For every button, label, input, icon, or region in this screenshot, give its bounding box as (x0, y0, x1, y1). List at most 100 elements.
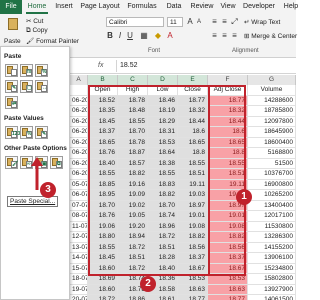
borders-icon[interactable]: ▦ (140, 31, 148, 41)
table-cell-vol[interactable]: 5168800 (248, 148, 296, 159)
linked-picture-icon[interactable]: ⧉ (50, 156, 63, 169)
align-right-icon[interactable]: ≡ (230, 31, 239, 41)
table-cell-vol[interactable]: 14155200 (248, 242, 296, 253)
table-cell-date[interactable]: 12-07-2022 (70, 232, 88, 243)
table-cell-vol[interactable]: 13400400 (248, 200, 296, 211)
paste-label[interactable]: Paste (4, 38, 21, 45)
ribbon-tab-insert[interactable]: Insert (51, 0, 77, 14)
paste-icon[interactable] (5, 64, 18, 77)
table-cell-date[interactable]: 06-2022 (70, 95, 88, 106)
table-cell-vol[interactable]: 10265200 (248, 190, 296, 201)
paste-values-number-formatting-icon[interactable]: % (20, 126, 33, 139)
keep-source-formatting-icon[interactable]: ✎ (5, 80, 18, 93)
ribbon-tab-home[interactable]: Home (26, 0, 48, 14)
fill-color-icon[interactable]: ◆ (154, 31, 162, 41)
table-cell-vol[interactable]: 12017100 (248, 211, 296, 222)
table-cell-vol[interactable]: 11530800 (248, 221, 296, 232)
ribbon-tab-file[interactable]: File (0, 0, 22, 14)
ribbon-tab-help[interactable]: Help (281, 0, 301, 14)
table-cell-date[interactable]: 19-07-2022 (70, 284, 88, 295)
table-cell-date[interactable]: 06-2022 (70, 148, 88, 159)
table-cell-date[interactable]: 20-07-2022 (70, 295, 88, 300)
keep-column-widths-icon[interactable]: ↔ (35, 80, 48, 93)
align-center-icon[interactable]: ≡ (220, 31, 229, 41)
ribbon-tab-data[interactable]: Data (164, 0, 184, 14)
table-cell-vol[interactable]: 14061500 (248, 295, 296, 300)
table-cell-date[interactable]: 13-07-2022 (70, 242, 88, 253)
table-cell-adj[interactable]: 18.77 (208, 295, 248, 300)
table-cell-date[interactable]: 06-2022 (70, 116, 88, 127)
paste-values-source-formatting-icon[interactable]: ✎ (35, 126, 48, 139)
table-cell-vol[interactable]: 15802800 (248, 274, 296, 285)
table-cell-date[interactable]: 06-2022 (70, 158, 88, 169)
table-cell-date[interactable]: 08-07-2022 (70, 211, 88, 222)
table-cell-date[interactable]: 14-07-2022 (70, 253, 88, 264)
italic-button[interactable]: I (116, 31, 124, 41)
table-cell-high[interactable]: 18.86 (118, 295, 148, 300)
table-cell-vol[interactable]: 14288600 (248, 95, 296, 106)
no-borders-icon[interactable]: ▢ (20, 80, 33, 93)
column-header-c[interactable]: C (118, 75, 148, 85)
ribbon-tab-formulas[interactable]: Formulas (124, 0, 160, 14)
underline-button[interactable]: U (126, 31, 134, 41)
font-size-select[interactable]: 11 (167, 17, 183, 27)
table-cell-date[interactable]: 15-07-2022 (70, 263, 88, 274)
ribbon-tab-review[interactable]: Review (189, 0, 215, 14)
table-cell-date[interactable]: 07-07-2022 (70, 200, 88, 211)
column-header-b[interactable]: B (88, 75, 118, 85)
align-top-icon[interactable]: ≡ (210, 17, 219, 27)
decrease-font-button[interactable]: A (195, 17, 203, 27)
ribbon-tab-developer[interactable]: Developer (240, 0, 278, 14)
paste-special-menu-item[interactable]: Paste Special... (7, 196, 59, 207)
table-cell-close[interactable]: 18.63 (178, 284, 208, 295)
align-middle-icon[interactable]: ≡ (220, 17, 229, 27)
format-painter-button[interactable]: 🖌 Format Painter (26, 37, 79, 45)
paste-button[interactable] (4, 16, 22, 36)
ribbon-tab-view[interactable]: View (218, 0, 238, 14)
table-cell-vol[interactable]: 12097800 (248, 116, 296, 127)
table-cell-date[interactable]: 06-2022 (70, 137, 88, 148)
table-cell-open[interactable]: 18.60 (88, 284, 118, 295)
formatting-icon[interactable]: 🖌 (5, 156, 18, 169)
font-name-select[interactable]: Calibri (106, 17, 164, 27)
table-cell-vol[interactable]: 15234800 (248, 263, 296, 274)
table-cell-date[interactable]: 18-07-2022 (70, 274, 88, 285)
table-cell-date[interactable]: 05-07-2022 (70, 179, 88, 190)
table-cell-vol[interactable]: 13906100 (248, 253, 296, 264)
orientation-icon[interactable]: ⤢ (230, 17, 239, 27)
table-cell-vol[interactable]: 18785800 (248, 106, 296, 117)
table-cell-adj[interactable]: 18.63 (208, 284, 248, 295)
table-cell-vol[interactable]: 51500 (248, 158, 296, 169)
table-cell-vol[interactable]: 18600400 (248, 137, 296, 148)
bold-button[interactable]: B (106, 31, 114, 41)
increase-font-button[interactable]: A (186, 17, 194, 27)
table-cell-date[interactable]: 06-2022 (70, 127, 88, 138)
column-header-a[interactable]: A (70, 75, 88, 85)
table-cell-open[interactable]: 18.72 (88, 295, 118, 300)
fx-icon[interactable]: fx (98, 62, 103, 69)
cut-button[interactable]: ✂ Cut (26, 17, 43, 25)
table-cell-date[interactable]: 11-07-2022 (70, 221, 88, 232)
column-header-d[interactable]: D (148, 75, 178, 85)
transpose-icon[interactable]: ⇄ (5, 96, 18, 109)
column-header-e[interactable]: E (178, 75, 208, 85)
table-cell-date[interactable]: 06-2022 (70, 106, 88, 117)
table-cell-vol[interactable]: 16900800 (248, 179, 296, 190)
merge-center-button[interactable]: ⊞ Merge & Center (244, 32, 297, 40)
table-cell-date[interactable]: 06-2022 (70, 169, 88, 180)
column-header-g[interactable]: G (248, 75, 296, 85)
align-left-icon[interactable]: ≡ (210, 31, 219, 41)
column-header-f[interactable]: F (208, 75, 248, 85)
paste-formulas-number-formatting-icon[interactable]: % (35, 64, 48, 77)
paste-values-icon[interactable]: 123 (5, 126, 20, 139)
ribbon-tab-page-layout[interactable]: Page Layout (80, 0, 120, 14)
copy-button[interactable]: ⧉ Copy (26, 27, 48, 35)
table-cell-low[interactable]: 18.61 (148, 295, 178, 300)
table-cell-date[interactable]: 06-07-2022 (70, 190, 88, 201)
table-cell-vol[interactable]: 10376700 (248, 169, 296, 180)
cell-a1[interactable] (70, 85, 88, 96)
font-color-icon[interactable]: A (166, 31, 174, 41)
column-header-cell-vol[interactable]: Volume (248, 85, 296, 96)
table-cell-close[interactable]: 18.77 (178, 295, 208, 300)
formula-input[interactable]: 18.52 (116, 60, 294, 72)
